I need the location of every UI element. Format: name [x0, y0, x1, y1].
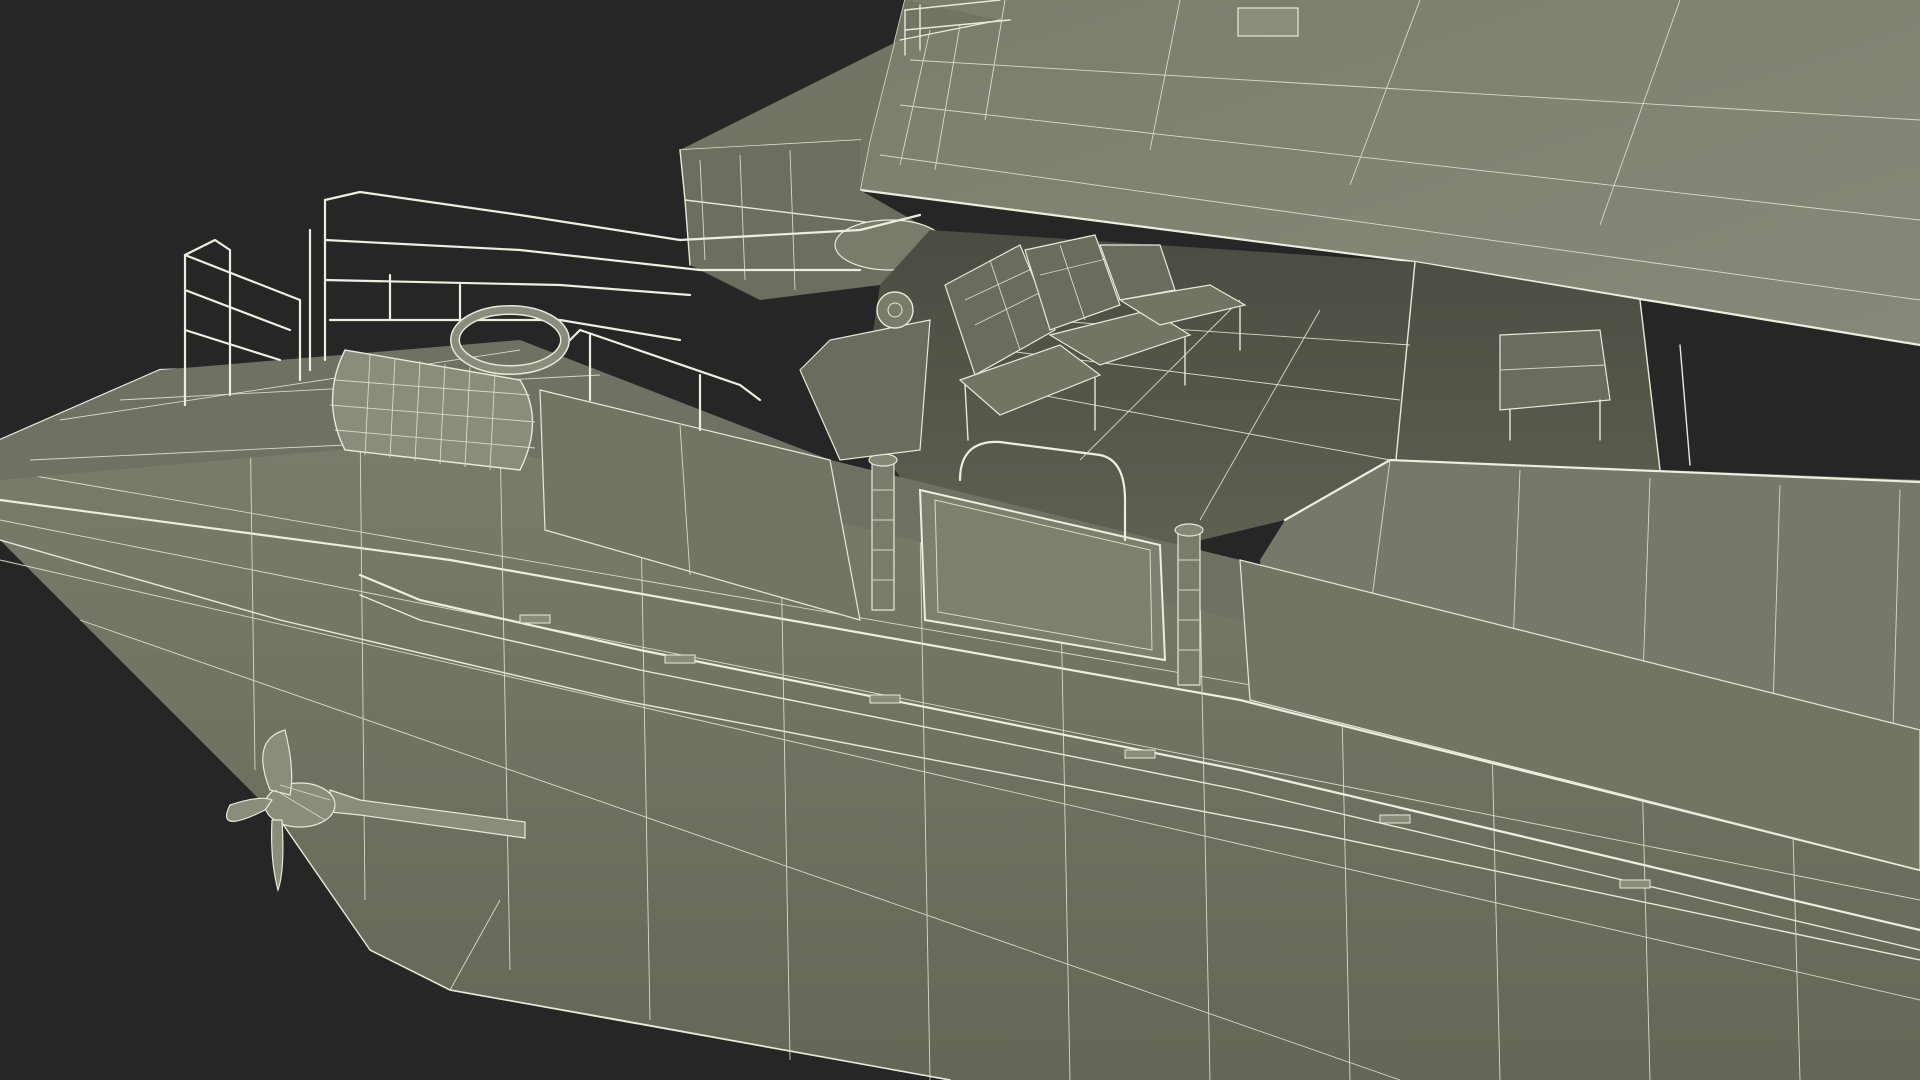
roof-hatch: [1237, 7, 1299, 37]
davit-crane: [799, 291, 931, 461]
mooring-bollard-left: [868, 453, 898, 611]
mooring-bollard-right: [1174, 523, 1204, 686]
boat-wireframe-render: [0, 0, 1920, 1080]
